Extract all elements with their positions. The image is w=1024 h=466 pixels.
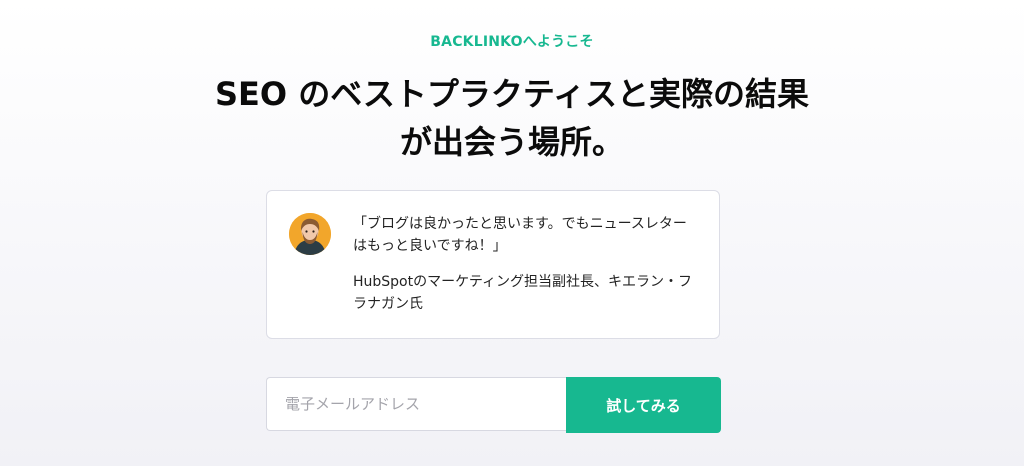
testimonial-card: 「ブログは良かったと思います。でもニュースレターはもっと良いですね！」 HubS… <box>266 190 720 339</box>
avatar <box>289 213 331 255</box>
page-title: SEO のベストプラクティスと実際の結果が出会う場所。 <box>215 75 809 161</box>
email-field[interactable] <box>266 377 566 431</box>
welcome-eyebrow: BACKLINKOへようこそ <box>430 34 594 50</box>
try-it-button[interactable]: 試してみる <box>566 377 721 433</box>
person-avatar-icon <box>289 213 331 255</box>
landing-page: BACKLINKOへようこそ SEO のベストプラクティスと実際の結果が出会う場… <box>0 0 1024 466</box>
signup-form: 試してみる <box>266 377 721 433</box>
testimonial-attribution: HubSpotのマーケティング担当副社長、キエラン・フラナガン氏 <box>353 274 692 312</box>
testimonial-quote: 「ブログは良かったと思います。でもニュースレターはもっと良いですね！」 <box>353 216 687 254</box>
